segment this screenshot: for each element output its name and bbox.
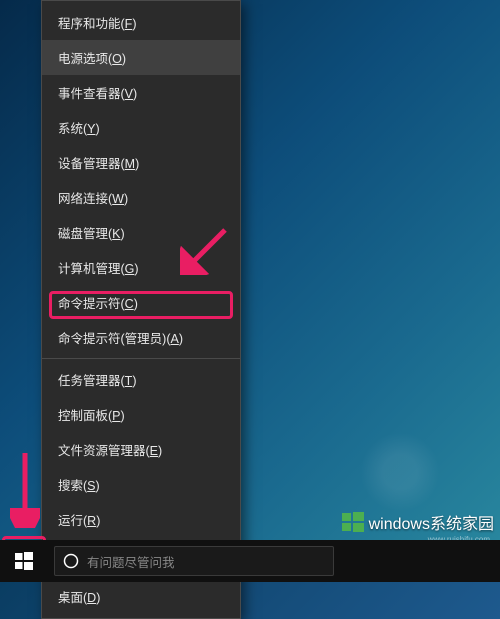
watermark-text: windows系统家园 (369, 510, 494, 534)
menu-item-1[interactable]: 电源选项(O) (42, 40, 240, 75)
menu-item-2[interactable]: 事件查看器(V) (42, 75, 240, 110)
menu-item-12[interactable]: 控制面板(P) (42, 397, 240, 432)
menu-item-label: 设备管理器(M) (58, 153, 139, 172)
menu-item-18[interactable]: 桌面(D) (42, 579, 240, 614)
cortana-circle-icon (63, 553, 79, 569)
menu-item-label: 计算机管理(G) (58, 258, 139, 277)
menu-item-label: 磁盘管理(K) (58, 223, 125, 242)
search-placeholder-text: 有问题尽管问我 (87, 552, 175, 571)
menu-separator (42, 358, 240, 359)
menu-item-7[interactable]: 计算机管理(G) (42, 250, 240, 285)
taskbar: 有问题尽管问我 (0, 540, 500, 582)
menu-item-label: 网络连接(W) (58, 188, 128, 207)
menu-item-label: 电源选项(O) (58, 48, 126, 67)
windows-start-icon (15, 552, 33, 570)
menu-item-label: 桌面(D) (58, 587, 100, 606)
menu-item-label: 命令提示符(管理员)(A) (58, 328, 183, 347)
menu-item-label: 事件查看器(V) (58, 83, 137, 102)
menu-item-14[interactable]: 搜索(S) (42, 467, 240, 502)
menu-item-label: 系统(Y) (58, 118, 100, 137)
menu-item-label: 控制面板(P) (58, 405, 125, 424)
menu-item-15[interactable]: 运行(R) (42, 502, 240, 537)
menu-item-13[interactable]: 文件资源管理器(E) (42, 432, 240, 467)
menu-item-label: 命令提示符(C) (58, 293, 138, 312)
menu-item-label: 运行(R) (58, 510, 100, 529)
menu-item-3[interactable]: 系统(Y) (42, 110, 240, 145)
watermark: windows系统家园 (341, 510, 494, 534)
menu-item-label: 搜索(S) (58, 475, 100, 494)
windows-logo-icon (341, 510, 365, 534)
menu-item-0[interactable]: 程序和功能(F) (42, 5, 240, 40)
menu-item-11[interactable]: 任务管理器(T) (42, 362, 240, 397)
menu-item-label: 任务管理器(T) (58, 370, 136, 389)
start-button[interactable] (0, 540, 48, 582)
winx-context-menu: 程序和功能(F) 电源选项(O) 事件查看器(V) 系统(Y) 设备管理器(M) 网络连接… (41, 0, 241, 619)
menu-item-9[interactable]: 命令提示符(管理员)(A) (42, 320, 240, 355)
menu-item-5[interactable]: 网络连接(W) (42, 180, 240, 215)
menu-item-8[interactable]: 命令提示符(C) (42, 285, 240, 320)
menu-item-4[interactable]: 设备管理器(M) (42, 145, 240, 180)
menu-item-label: 文件资源管理器(E) (58, 440, 162, 459)
cortana-search-box[interactable]: 有问题尽管问我 (54, 546, 334, 576)
menu-item-6[interactable]: 磁盘管理(K) (42, 215, 240, 250)
menu-item-label: 程序和功能(F) (58, 13, 136, 32)
